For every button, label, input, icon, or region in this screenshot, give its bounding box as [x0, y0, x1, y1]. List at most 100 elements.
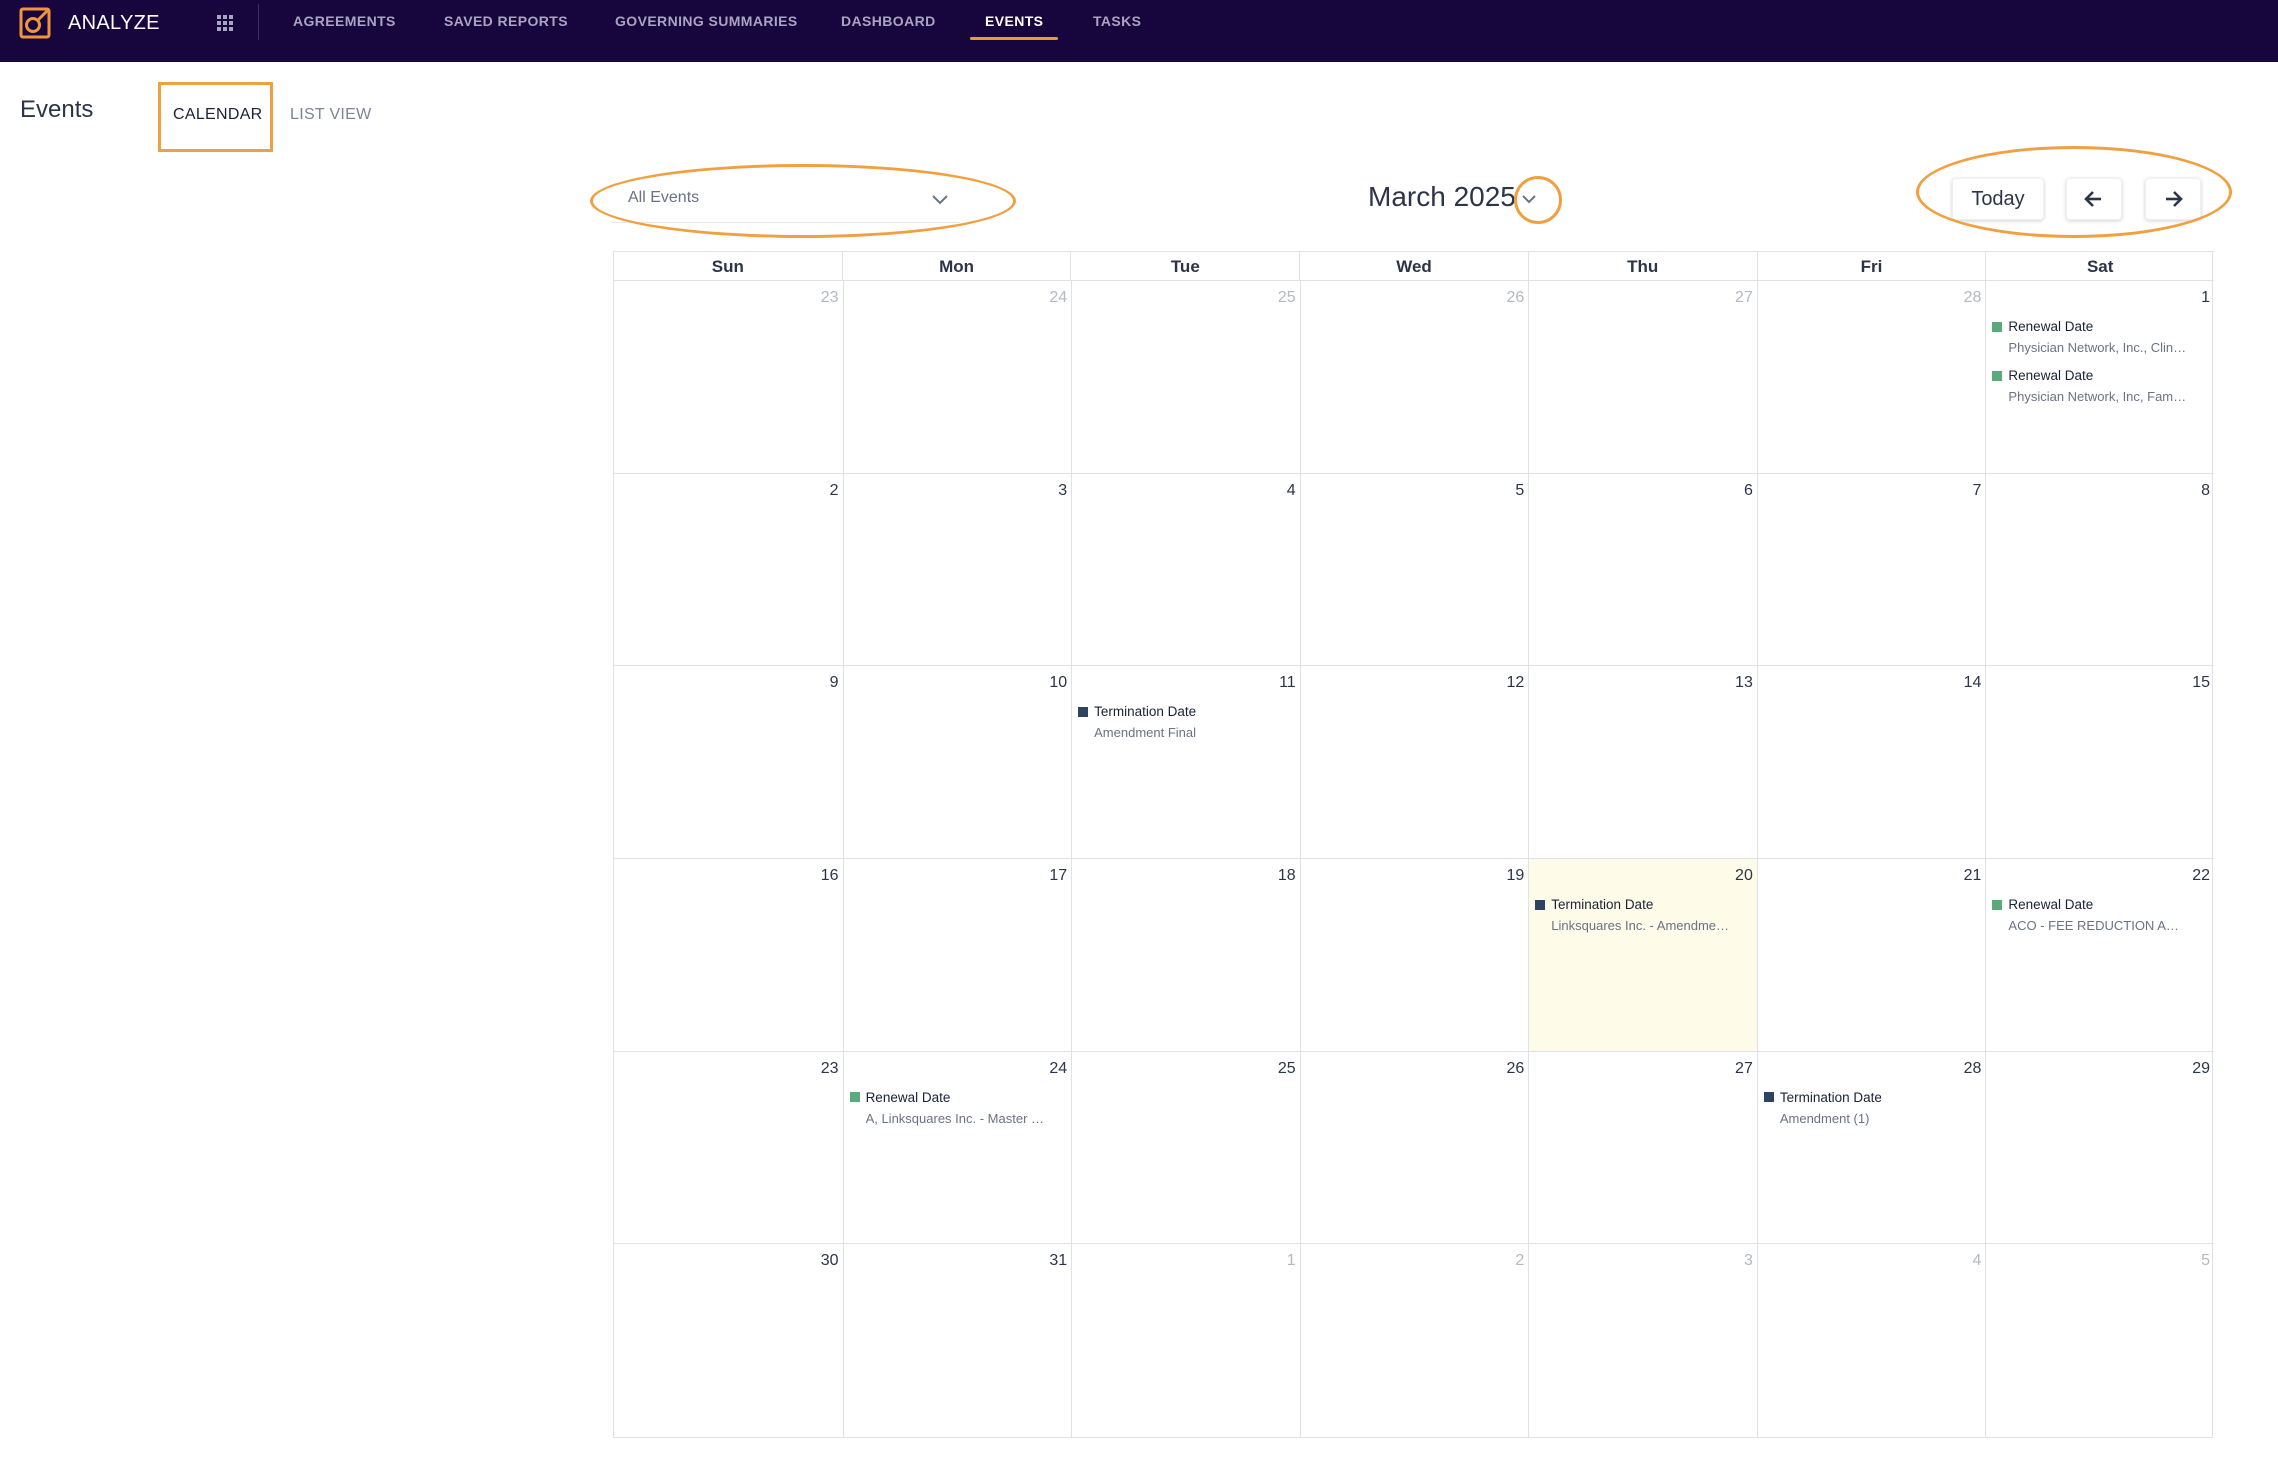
weekday-tue: Tue: [1070, 252, 1299, 280]
day-cell[interactable]: 2: [614, 474, 843, 667]
nav-item-dashboard[interactable]: DASHBOARD: [841, 13, 936, 29]
day-number: 17: [1049, 867, 1068, 884]
day-number: 3: [1743, 1252, 1753, 1270]
day-cell[interactable]: 23: [614, 281, 843, 474]
day-number: 7: [1972, 481, 1982, 499]
day-cell[interactable]: 24 Renewal Date A, Linksquares Inc. - Mast…: [842, 1051, 1072, 1245]
day-cell[interactable]: 4: [1071, 473, 1300, 667]
calendar-event[interactable]: Termination Date Amendment (1): [1763, 1090, 1980, 1126]
day-cell[interactable]: 15: [1985, 666, 2214, 859]
day-number: 25: [1277, 289, 1296, 306]
brand[interactable]: ANALYZE: [18, 6, 160, 40]
day-cell[interactable]: 26: [1299, 1051, 1529, 1245]
day-number: 22: [2192, 867, 2210, 884]
month-picker-annotation-ring: [1514, 176, 1562, 224]
day-number: 29: [2192, 1059, 2210, 1077]
nav-item-tasks[interactable]: TASKS: [1093, 13, 1141, 29]
day-cell[interactable]: 14: [1756, 666, 1986, 859]
nav-item-governing-summaries[interactable]: GOVERNING SUMMARIES: [615, 13, 798, 29]
day-cell[interactable]: 1 Renewal Date Physician Network, Inc., Cl…: [1985, 281, 2214, 474]
event-subtitle: A, Linksquares Inc. - Master …: [865, 1110, 1045, 1126]
event-subtitle: ACO - FEE REDUCTION A…: [2008, 918, 2179, 933]
calendar-event[interactable]: Renewal Date Physician Network, Inc, Fam…: [1992, 368, 2208, 404]
day-number: 30: [820, 1252, 839, 1270]
event-header: Renewal Date: [849, 1090, 1066, 1105]
day-cell[interactable]: 23: [614, 1052, 843, 1245]
day-cell[interactable]: 11 Termination Date Amendment Final: [1071, 666, 1300, 859]
day-number: 28: [1963, 1059, 1982, 1077]
nav-item-events[interactable]: EVENTS: [985, 13, 1043, 29]
day-number: 27: [1735, 1059, 1753, 1077]
calendar-event[interactable]: Termination Date Linksquares Inc. - Amend…: [1535, 897, 1751, 933]
day-number: 31: [1049, 1252, 1068, 1270]
day-cell[interactable]: 19: [1299, 859, 1529, 1052]
day-cell[interactable]: 16: [614, 859, 843, 1052]
day-cell[interactable]: 25: [1071, 281, 1300, 474]
event-header: Termination Date: [1078, 704, 1294, 719]
weekday-thu: Thu: [1527, 252, 1757, 280]
day-number: 26: [1506, 289, 1525, 306]
event-subtitle: Amendment Final: [1094, 725, 1197, 741]
day-number: 10: [1049, 674, 1068, 692]
day-cell[interactable]: 7: [1756, 473, 1986, 667]
calendar-event[interactable]: Renewal Date ACO - FEE REDUCTION A…: [1992, 897, 2208, 933]
event-list: Termination Date Amendment Final: [1078, 704, 1294, 753]
tab-list-view[interactable]: LIST VIEW: [290, 106, 372, 124]
day-cell[interactable]: 27: [1528, 281, 1757, 474]
day-cell[interactable]: 3: [842, 473, 1072, 667]
nav-item-agreements[interactable]: AGREEMENTS: [293, 13, 396, 29]
day-cell[interactable]: 8: [1985, 473, 2214, 667]
day-cell[interactable]: 10: [842, 666, 1072, 859]
day-cell[interactable]: 26: [1299, 281, 1529, 474]
calendar-event[interactable]: Termination Date Amendment Final: [1078, 704, 1294, 740]
calendar-event[interactable]: Renewal Date Physician Network, Inc., Cli…: [1992, 319, 2208, 355]
day-cell[interactable]: 31: [842, 1244, 1072, 1437]
weekday-sun: Sun: [711, 257, 744, 276]
day-cell[interactable]: 28: [1756, 281, 1986, 474]
day-number: 18: [1277, 867, 1296, 884]
day-cell[interactable]: 12: [1299, 666, 1529, 859]
weekday-fri: Fri: [1756, 252, 1986, 280]
day-number: 5: [1515, 481, 1525, 499]
nav-item-saved-reports[interactable]: SAVED REPORTS: [444, 13, 568, 29]
day-cell[interactable]: 30: [614, 1244, 843, 1437]
day-cell[interactable]: 18: [1071, 859, 1300, 1052]
day-cell[interactable]: 5: [1299, 473, 1529, 667]
day-cell[interactable]: 6: [1528, 473, 1757, 667]
day-number: 20: [1735, 867, 1753, 884]
day-cell[interactable]: 28 Termination Date Amendment (1): [1756, 1051, 1986, 1245]
weekday-mon: Mon: [841, 252, 1071, 280]
day-cell[interactable]: 2: [1299, 1244, 1529, 1437]
calendar-event[interactable]: Renewal Date A, Linksquares Inc. - Master…: [849, 1090, 1066, 1126]
day-cell[interactable]: 29: [1985, 1051, 2214, 1245]
day-number: 4: [1972, 1252, 1982, 1270]
day-cell[interactable]: 9: [614, 666, 843, 859]
termination-color-swatch: [1763, 1092, 1774, 1103]
day-number: 15: [2192, 674, 2210, 692]
day-number: 11: [1279, 674, 1296, 692]
day-cell[interactable]: 22 Renewal Date ACO - FEE REDUCTION A…: [1985, 859, 2214, 1052]
day-cell[interactable]: 13: [1528, 666, 1757, 859]
day-number: 14: [1963, 674, 1982, 692]
day-cell-today[interactable]: 20 Termination Date Linksquares Inc. - Ame…: [1528, 859, 1757, 1052]
renewal-color-swatch: [849, 1092, 860, 1103]
weekday-header: Sun Mon Tue Wed Thu Fri Sat: [614, 251, 2214, 281]
tab-calendar[interactable]: CALENDAR: [173, 106, 263, 124]
day-cell[interactable]: 24: [842, 281, 1072, 474]
day-cell[interactable]: 4: [1756, 1244, 1986, 1437]
day-cell[interactable]: 3: [1528, 1244, 1757, 1437]
day-cell[interactable]: 1: [1071, 1244, 1300, 1437]
day-number: 21: [1963, 867, 1982, 884]
day-cell[interactable]: 27: [1528, 1051, 1757, 1245]
day-cell[interactable]: 21: [1756, 859, 1986, 1052]
day-cell[interactable]: 5: [1985, 1244, 2214, 1437]
nav-divider: [258, 4, 259, 40]
day-cell[interactable]: 17: [842, 859, 1072, 1052]
day-cell[interactable]: 25: [1071, 1051, 1300, 1245]
grid-apps-icon[interactable]: [214, 12, 236, 34]
renewal-color-swatch: [1992, 899, 2003, 910]
day-number: 3: [1058, 481, 1068, 499]
termination-color-swatch: [1535, 899, 1546, 910]
day-number: 9: [829, 674, 839, 692]
weekday-wed: Wed: [1299, 252, 1528, 280]
